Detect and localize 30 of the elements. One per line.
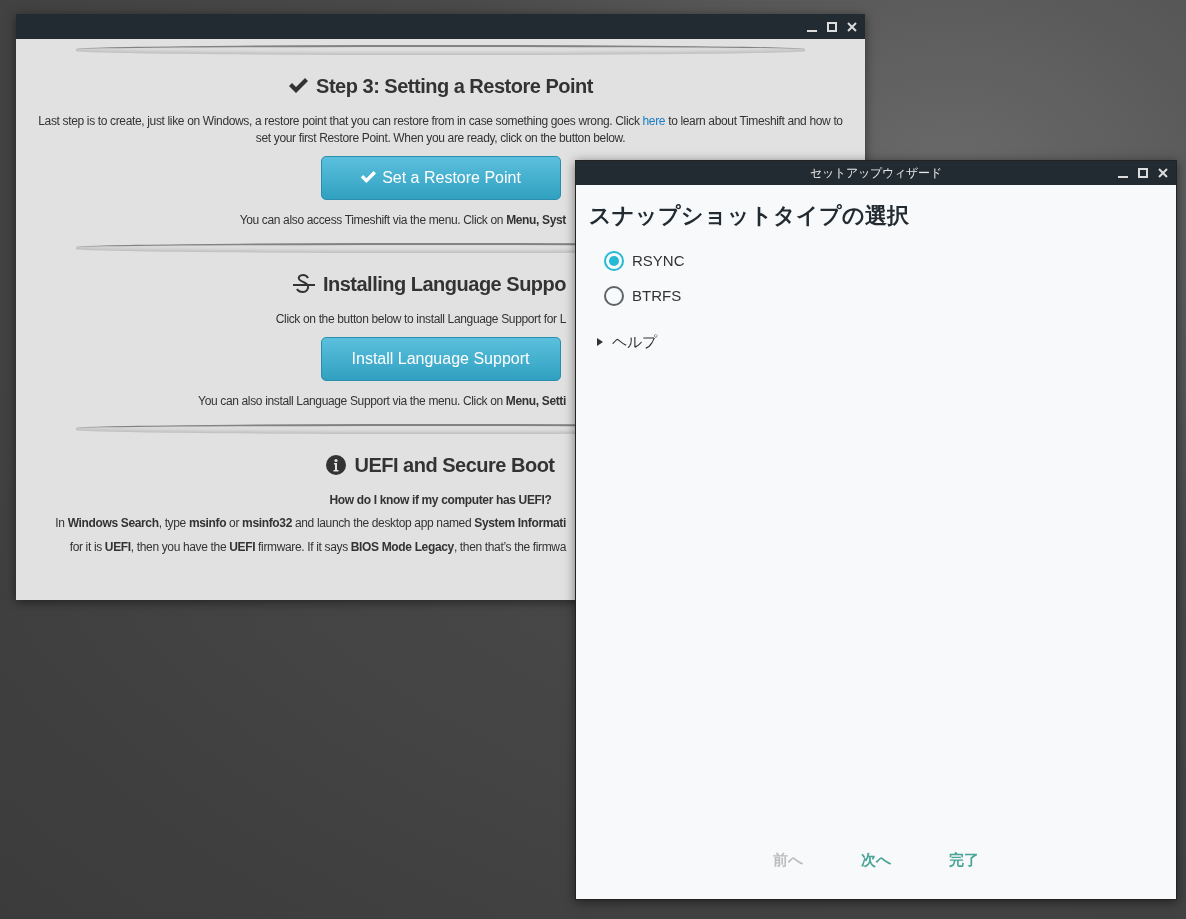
close-icon[interactable]	[1158, 168, 1168, 178]
page-heading: スナップショットタイプの選択	[589, 202, 910, 230]
radio-option[interactable]: RSYNC	[604, 250, 1176, 273]
section-heading: UEFI and Secure Boot	[354, 452, 555, 478]
paragraph: for it is UEFI, then you have the UEFI firmware. If it says BIOS Mode Legacy, then that’s the firmwa	[69, 538, 566, 556]
checkmark-icon	[288, 78, 309, 94]
nav-button[interactable]: 次へ	[861, 844, 891, 875]
maximize-icon[interactable]	[1138, 168, 1148, 178]
paragraph: In Windows Search, type msinfo or msinfo32 and launch the desktop app named System Informati	[55, 515, 566, 533]
radio-button[interactable]	[604, 285, 624, 306]
primary-button[interactable]: Install Language Support	[320, 336, 561, 381]
close-icon[interactable]	[847, 21, 857, 32]
radio-button[interactable]	[604, 251, 624, 272]
nav-button[interactable]: 完了	[949, 844, 979, 875]
paragraph: How do I know if my computer has UEFI?	[328, 491, 553, 509]
radio-option[interactable]: BTRFS	[604, 284, 1176, 307]
window-title: セットアップウィザード	[810, 165, 942, 182]
expander[interactable]: ヘルプ	[596, 331, 1176, 354]
link[interactable]: here	[642, 114, 666, 128]
note-text: You can also access Timeshift via the menu. Click on Menu, Syst	[239, 211, 566, 229]
info-icon	[326, 454, 347, 475]
section-heading: Installing Language Suppo	[322, 272, 566, 298]
checkmark-icon	[360, 171, 377, 185]
paragraph: Last step is to create, just like on Windows, a restore point that you can restore from in case something goes wrong. Click here to learn about Timeshift and how to set your first Restore Point. When you are ready, click on the button below.	[37, 113, 844, 148]
primary-button[interactable]: Set a Restore Point	[320, 155, 561, 200]
note-text: You can also install Language Support via the menu. Click on Menu, Setti	[198, 392, 566, 410]
section-heading: Step 3: Setting a Restore Point	[316, 74, 593, 99]
strikethrough-icon	[292, 273, 315, 296]
paragraph: Click on the button below to install Language Support for L	[275, 311, 566, 329]
maximize-icon[interactable]	[827, 21, 837, 32]
